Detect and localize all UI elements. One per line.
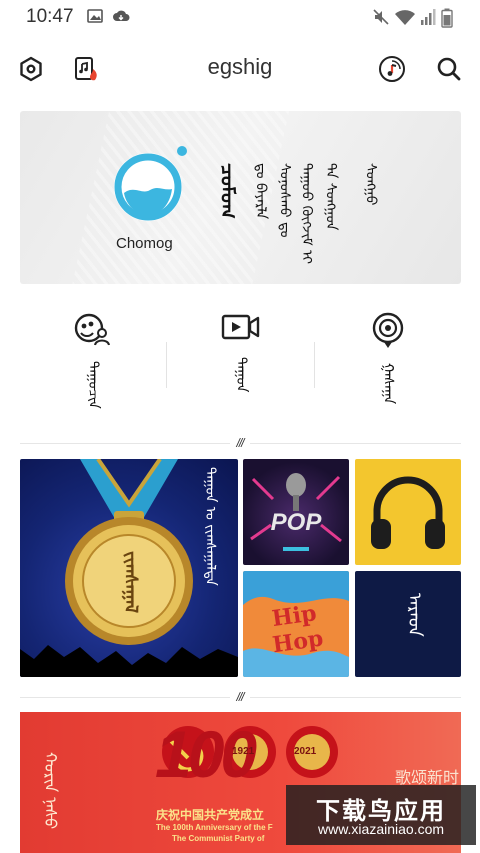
headphones-icon — [371, 476, 445, 549]
category-singers[interactable]: ᠳᠠᠭᠤᠴᠢᠨ — [33, 312, 153, 414]
banner-mongolian-text: ᠬᠣᠷᠢᠨ ᠨᠠᠰᠤ — [41, 752, 60, 830]
tile-title: ᠳᠠᠭᠤᠨ ᠤ ᠵᠢᠭᠰᠠᠭᠠᠯᠲᠠ — [202, 467, 218, 586]
watermark: 下载鸟应用 www.xiazainiao.com — [286, 785, 476, 845]
section-mark: /// — [0, 690, 480, 704]
banner-en-line: The 100th Anniversary of the F — [156, 823, 273, 832]
banner-en-line: The Communist Party of — [172, 834, 265, 843]
video-icon — [221, 312, 261, 347]
banner-vertical-text: ᠴᠣᠮᠣᠭ — [216, 163, 240, 219]
playlist-tile-charts[interactable]: ᠳᠠᠭᠤᠨ ᠤ ᠵᠢᠭᠰᠠᠭᠠᠯᠲᠠ ᠵᠢᠭᠰᠠᠭᠠᠯ — [20, 459, 238, 677]
year-right: 2021 — [294, 746, 317, 757]
podcast-icon — [368, 312, 408, 353]
banner-cn-line: 庆祝中国共产党成立 — [156, 808, 265, 822]
banner-vertical-text: ᠰᠤᠨᠤᠰᠬᠤ ᠳᠤ — [276, 163, 293, 238]
image-icon — [87, 8, 103, 29]
mute-icon — [372, 8, 390, 31]
banner-logo-label: Chomog — [116, 235, 173, 252]
playlist-tile-folk[interactable]: ᠠᠷᠠᠳ — [355, 571, 461, 677]
playlist-tile-headphones[interactable] — [355, 459, 461, 565]
category-label: ᠭᠠᠰᠠᠭᠠ — [380, 363, 396, 405]
tile-pop-text: POP — [270, 509, 322, 536]
category-label: ᠳᠠᠭᠤᠨ — [233, 357, 249, 393]
status-time: 10:47 — [26, 6, 74, 27]
promo-banner[interactable]: Chomog ᠴᠣᠮᠣᠭ ᠳᠤ ᠪᠠᠶᠠᠷᠯᠠ ᠰᠤᠨᠤᠰᠬᠤ ᠳᠤ ᠳᠠᠭᠤᠤ… — [20, 111, 461, 284]
playlist-tile-pop[interactable]: POP — [243, 459, 349, 565]
tile-folk-text: ᠠᠷᠠᠳ — [404, 593, 425, 637]
banner-vertical-text: ᠳᠤ ᠪᠠᠶᠠᠷᠯᠠ — [252, 163, 269, 220]
music-disc-icon[interactable] — [377, 54, 407, 84]
singers-icon — [73, 312, 113, 351]
chomog-logo-icon — [108, 143, 192, 232]
category-divider — [314, 342, 315, 388]
category-divider — [166, 342, 167, 388]
category-podcast[interactable]: ᠭᠠᠰᠠᠭᠠ — [328, 312, 448, 409]
category-video[interactable]: ᠳᠠᠭᠤᠨ — [181, 312, 301, 397]
category-nav: ᠳᠠᠭᠤᠴᠢᠨ ᠳᠠᠭᠤᠨ ᠭᠠᠰᠠᠭᠠ — [0, 300, 480, 420]
banner-vertical-text: ᠳᠠᠭᠤᠤ ᠬᠦᠭᠵᠢᠮ ᠢ — [298, 163, 315, 264]
battery-icon — [441, 8, 453, 33]
year-left: 1921 — [232, 746, 255, 757]
playlist-tile-hiphop[interactable]: Hip Hop — [243, 571, 349, 677]
medal-text: ᠵᠢᠭᠰᠠᠭᠠᠯ — [120, 551, 141, 614]
app-header: egshig — [0, 42, 480, 94]
cloud-download-icon — [112, 8, 130, 29]
category-label: ᠳᠠᠭᠤᠴᠢᠨ — [85, 361, 101, 409]
section-mark: /// — [0, 436, 480, 450]
app-title: egshig — [207, 54, 273, 79]
banner-vertical-text: ᠲᠠ ᠰᠣᠩᠭᠣᠨ — [322, 163, 339, 231]
wifi-icon — [394, 8, 416, 31]
signal-icon — [420, 8, 436, 31]
search-icon[interactable] — [434, 54, 464, 84]
watermark-url: www.xiazainiao.com — [317, 821, 445, 837]
status-bar: 10:47 — [0, 0, 480, 34]
banner-vertical-text: ᠰᠣᠩᠭᠣ — [362, 163, 379, 206]
playlist-grid: ᠳᠠᠭᠤᠨ ᠤ ᠵᠢᠭᠰᠠᠭᠠᠯᠲᠠ ᠵᠢᠭᠰᠠᠭᠠᠯ POP Hip Hop … — [20, 459, 461, 677]
